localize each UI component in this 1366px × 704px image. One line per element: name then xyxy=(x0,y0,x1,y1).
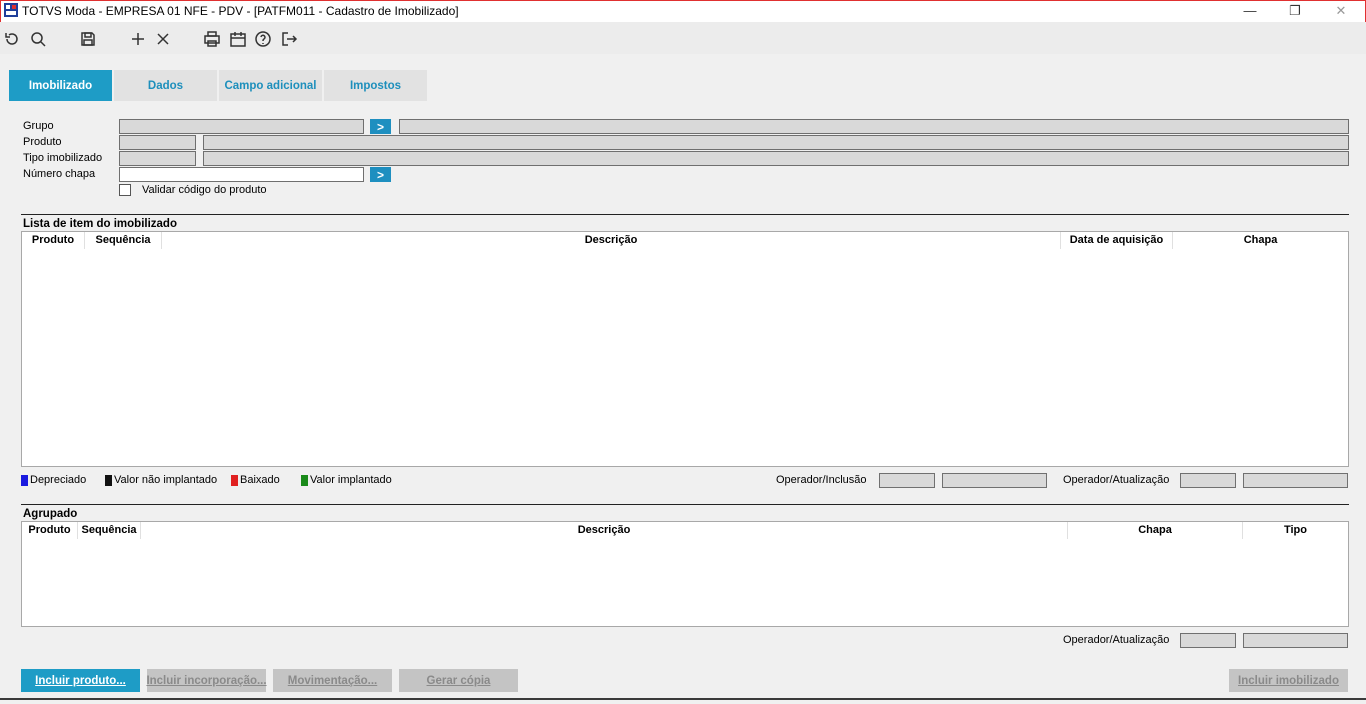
agr-col-tipo[interactable]: Tipo xyxy=(1243,522,1348,539)
tab-dados[interactable]: Dados xyxy=(114,70,217,101)
produto-description-field xyxy=(203,135,1349,150)
incluir-imobilizado-button[interactable]: Incluir imobilizado xyxy=(1229,669,1348,692)
numero-chapa-label: Número chapa xyxy=(23,168,96,180)
grupo-label: Grupo xyxy=(23,120,54,132)
movimentacao-button[interactable]: Movimentação... xyxy=(273,669,392,692)
operador-inclusao-code xyxy=(879,473,935,488)
close-button[interactable]: ✕ xyxy=(1330,2,1352,20)
tab-campo-adicional[interactable]: Campo adicional xyxy=(219,70,322,101)
calendar-icon[interactable] xyxy=(228,29,248,49)
gerar-copia-button[interactable]: Gerar cópia xyxy=(399,669,518,692)
agr-col-sequencia[interactable]: Sequência xyxy=(78,522,141,539)
legend-baixado-swatch xyxy=(231,475,238,486)
print-icon[interactable] xyxy=(202,29,222,49)
grupo-search-button[interactable]: > xyxy=(370,119,391,134)
col-data-aquisicao[interactable]: Data de aquisição xyxy=(1061,232,1173,249)
produto-code-field[interactable] xyxy=(119,135,196,150)
operador-inclusao-date xyxy=(942,473,1047,488)
agr-col-produto[interactable]: Produto xyxy=(22,522,78,539)
agrupado-divider xyxy=(21,504,1349,505)
tipo-imobilizado-code-field[interactable] xyxy=(119,151,196,166)
legend-depreciado-label: Depreciado xyxy=(30,474,87,486)
operador-inclusao-label: Operador/Inclusão xyxy=(776,474,867,486)
agrupado-title: Agrupado xyxy=(23,508,78,520)
tab-imobilizado[interactable]: Imobilizado xyxy=(9,70,112,101)
col-chapa[interactable]: Chapa xyxy=(1173,232,1348,249)
help-icon[interactable] xyxy=(253,29,273,49)
operador-atualizacao-code xyxy=(1180,473,1236,488)
incluir-produto-button[interactable]: Incluir produto... xyxy=(21,669,140,692)
window-title: TOTVS Moda - EMPRESA 01 NFE - PDV - [PAT… xyxy=(22,4,459,18)
tipo-imobilizado-description-field xyxy=(203,151,1349,166)
exit-icon[interactable] xyxy=(279,29,299,49)
grupo-description-field xyxy=(399,119,1349,134)
restore-button[interactable]: ❐ xyxy=(1284,2,1306,20)
legend-depreciado-swatch xyxy=(21,475,28,486)
produto-label: Produto xyxy=(23,136,62,148)
lista-grid[interactable]: Produto Sequência Descrição Data de aqui… xyxy=(21,231,1349,467)
legend-valor-implantado-swatch xyxy=(301,475,308,486)
operador-atualizacao-label: Operador/Atualização xyxy=(1063,474,1170,486)
agrupado-operador-atualizacao-label: Operador/Atualização xyxy=(1063,634,1170,646)
tipo-imobilizado-label: Tipo imobilizado xyxy=(23,152,103,164)
agrupado-operador-atualizacao-date xyxy=(1243,633,1348,648)
legend-baixado-label: Baixado xyxy=(240,474,280,486)
legend-valor-implantado-label: Valor implantado xyxy=(310,474,392,486)
col-descricao[interactable]: Descrição xyxy=(162,232,1061,249)
minimize-button[interactable]: — xyxy=(1239,2,1261,20)
lista-title: Lista de item do imobilizado xyxy=(23,218,177,230)
bottom-border xyxy=(0,698,1366,700)
col-sequencia[interactable]: Sequência xyxy=(85,232,162,249)
tab-impostos[interactable]: Impostos xyxy=(324,70,427,101)
incluir-incorporacao-button[interactable]: Incluir incorporação... xyxy=(146,669,267,692)
agr-col-descricao[interactable]: Descrição xyxy=(141,522,1068,539)
save-icon[interactable] xyxy=(78,29,98,49)
delete-icon[interactable] xyxy=(153,29,173,49)
operador-atualizacao-date xyxy=(1243,473,1348,488)
col-produto[interactable]: Produto xyxy=(22,232,85,249)
agrupado-grid[interactable]: Produto Sequência Descrição Chapa Tipo xyxy=(21,521,1349,627)
lista-divider xyxy=(21,214,1349,215)
numero-chapa-search-button[interactable]: > xyxy=(370,167,391,182)
add-icon[interactable] xyxy=(128,29,148,49)
validar-codigo-checkbox[interactable] xyxy=(119,184,131,196)
validar-codigo-label[interactable]: Validar código do produto xyxy=(142,184,267,196)
search-icon[interactable] xyxy=(28,29,48,49)
numero-chapa-field[interactable] xyxy=(119,167,364,182)
app-icon xyxy=(4,3,18,17)
legend-valor-nao-implantado-swatch xyxy=(105,475,112,486)
agr-col-chapa[interactable]: Chapa xyxy=(1068,522,1243,539)
undo-icon[interactable] xyxy=(2,29,22,49)
grupo-code-field[interactable] xyxy=(119,119,364,134)
agrupado-operador-atualizacao-code xyxy=(1180,633,1236,648)
legend-valor-nao-implantado-label: Valor não implantado xyxy=(114,474,218,486)
